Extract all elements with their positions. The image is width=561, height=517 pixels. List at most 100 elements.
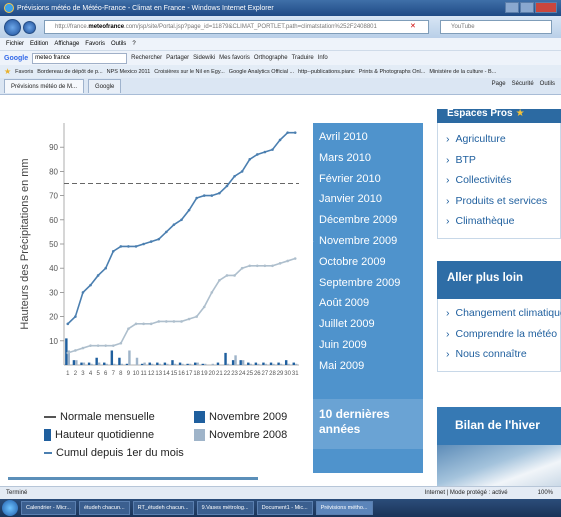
bar-2008 bbox=[113, 363, 116, 365]
cumul-point bbox=[119, 341, 123, 345]
tab-meteo[interactable]: Prévisions météo de M... bbox=[4, 79, 85, 93]
cumul-point bbox=[119, 245, 123, 248]
menu-edit[interactable]: Edition bbox=[30, 41, 48, 47]
cumul-point bbox=[218, 191, 221, 195]
share-button[interactable]: Partager bbox=[166, 55, 189, 61]
fav-link[interactable]: Prints & Photographs Onl... bbox=[359, 69, 426, 75]
x-tick-label: 9 bbox=[127, 371, 131, 377]
url-rest: .com/jsp/site/Portal.jsp?page_id=11879&C… bbox=[124, 24, 377, 30]
back-button[interactable] bbox=[4, 18, 21, 36]
month-item[interactable]: Mai 2009 bbox=[313, 356, 423, 377]
month-item[interactable]: Octobre 2009 bbox=[313, 252, 423, 273]
cumul-point bbox=[233, 274, 236, 277]
swatch-2009-icon bbox=[194, 411, 205, 423]
y-tick-label: 20 bbox=[49, 313, 58, 322]
cumul-point bbox=[165, 230, 168, 234]
x-tick-label: 10 bbox=[133, 371, 140, 377]
taskbar-item[interactable]: étudeh chacun... bbox=[78, 501, 130, 515]
bilan-hiver-header[interactable]: Bilan de l'hiver bbox=[437, 407, 561, 445]
month-item[interactable]: Décembre 2009 bbox=[313, 210, 423, 231]
address-bar: http://france.meteofrance.com/jsp/site/P… bbox=[0, 16, 561, 38]
fav-link[interactable]: Ministère de la culture - B... bbox=[429, 69, 496, 75]
cumul-point bbox=[142, 242, 145, 246]
x-tick-label: 31 bbox=[292, 371, 299, 377]
google-search-input[interactable]: meteo france bbox=[32, 52, 128, 64]
chart-bottom-rule bbox=[8, 477, 258, 480]
translate-button[interactable]: Traduire bbox=[292, 55, 314, 61]
precipitation-chart: Hauteurs des Précipitations en mm 10 20 30 4… bbox=[14, 115, 312, 459]
fav-link[interactable]: Bordereau de dépôt de p... bbox=[37, 69, 102, 75]
browser-search-input[interactable]: YouTube bbox=[440, 20, 552, 34]
google-search-button[interactable]: Rechercher bbox=[131, 55, 162, 61]
link-btp[interactable]: BTP bbox=[446, 150, 560, 171]
taskbar-item[interactable]: Calendrier - Micr... bbox=[21, 501, 76, 515]
taskbar-item-active[interactable]: Prévisions métho... bbox=[315, 501, 373, 515]
menu-view[interactable]: Affichage bbox=[54, 41, 79, 47]
fav-link[interactable]: NPS Mexico 2011 bbox=[107, 69, 151, 75]
taskbar-item[interactable]: 9.Vases métrolog... bbox=[196, 501, 254, 515]
zoom-level[interactable]: 100% bbox=[538, 490, 553, 496]
month-item[interactable]: Juillet 2009 bbox=[313, 314, 423, 335]
page-menu[interactable]: Page bbox=[492, 81, 506, 87]
link-changement-climatique[interactable]: Changement climatique bbox=[446, 303, 561, 324]
cumul-point bbox=[278, 138, 282, 142]
spellcheck-button[interactable]: Orthographe bbox=[254, 55, 288, 61]
my-favorites-button[interactable]: Mes favoris bbox=[219, 55, 250, 61]
month-item[interactable]: Avril 2010 bbox=[313, 127, 423, 148]
forward-button[interactable] bbox=[23, 20, 36, 34]
link-comprendre-meteo[interactable]: Comprendre la météo bbox=[446, 324, 560, 345]
menu-tools[interactable]: Outils bbox=[111, 41, 126, 47]
y-tick-label: 10 bbox=[49, 337, 58, 346]
cumul-point bbox=[180, 320, 183, 323]
windows-taskbar: Calendrier - Micr... étudeh chacun... RT… bbox=[0, 499, 561, 517]
link-produits-services[interactable]: Produits et services bbox=[446, 191, 560, 212]
close-button[interactable] bbox=[535, 2, 557, 13]
last-10-years-button[interactable]: 10 dernières années bbox=[313, 399, 423, 449]
star-icon[interactable]: ★ bbox=[4, 67, 11, 76]
link-nous-connaitre[interactable]: Nous connaître bbox=[446, 344, 560, 365]
menu-favorites[interactable]: Favoris bbox=[85, 41, 105, 47]
month-item[interactable]: Septembre 2009 bbox=[313, 273, 423, 294]
bar-2009 bbox=[148, 362, 151, 365]
dashed-line-icon bbox=[44, 416, 56, 418]
fav-link[interactable]: http--publications.pianc bbox=[298, 69, 355, 75]
legend-normale: Normale mensuelle bbox=[44, 411, 155, 423]
link-agriculture[interactable]: Agriculture bbox=[446, 129, 560, 150]
month-item[interactable]: Août 2009 bbox=[313, 293, 423, 314]
cumul-point bbox=[89, 283, 92, 287]
month-item[interactable]: Novembre 2009 bbox=[309, 231, 423, 252]
security-zone[interactable]: Internet | Mode protégé : activé bbox=[425, 490, 508, 496]
fav-link[interactable]: Google Analytics Official ... bbox=[229, 69, 294, 75]
link-collectivites[interactable]: Collectivités bbox=[446, 170, 560, 191]
link-climatheque[interactable]: Climathèque bbox=[446, 211, 560, 232]
url-field[interactable]: http://france.meteofrance.com/jsp/site/P… bbox=[44, 20, 429, 34]
x-tick-label: 19 bbox=[201, 371, 208, 377]
sidewiki-button[interactable]: Sidewiki bbox=[193, 55, 215, 61]
tab-google[interactable]: Google bbox=[88, 79, 122, 93]
window-title: Prévisions météo de Météo-France - Clima… bbox=[17, 4, 274, 12]
tools-menu[interactable]: Outils bbox=[540, 81, 555, 87]
month-item[interactable]: Mars 2010 bbox=[313, 148, 423, 169]
cumul-point bbox=[96, 274, 100, 277]
taskbar-item[interactable]: RT_étudeh chacun... bbox=[132, 501, 194, 515]
x-tick-label: 20 bbox=[208, 371, 215, 377]
maximize-button[interactable] bbox=[520, 2, 534, 13]
start-button[interactable] bbox=[2, 500, 18, 516]
taskbar-item[interactable]: Document1 - Mic... bbox=[256, 501, 313, 515]
cumul-point bbox=[149, 240, 153, 243]
month-item[interactable]: Février 2010 bbox=[313, 169, 423, 190]
bilan-hiver-image[interactable] bbox=[437, 445, 561, 486]
cumul-point bbox=[180, 218, 183, 222]
month-item[interactable]: Juin 2009 bbox=[313, 335, 423, 356]
fav-link[interactable]: Croisières sur le Nil en Egy... bbox=[154, 69, 225, 75]
x-tick-label: 5 bbox=[96, 371, 100, 377]
refresh-stop-icon[interactable]: ✕ bbox=[410, 22, 416, 30]
favorites-button[interactable]: Favoris bbox=[15, 69, 33, 75]
info-button[interactable]: Info bbox=[318, 55, 328, 61]
cumul-point bbox=[202, 305, 206, 309]
menu-help[interactable]: ? bbox=[132, 41, 135, 47]
menu-file[interactable]: Fichier bbox=[6, 41, 24, 47]
security-menu[interactable]: Sécurité bbox=[512, 81, 534, 87]
minimize-button[interactable] bbox=[505, 2, 519, 13]
month-item[interactable]: Janvier 2010 bbox=[313, 189, 423, 210]
